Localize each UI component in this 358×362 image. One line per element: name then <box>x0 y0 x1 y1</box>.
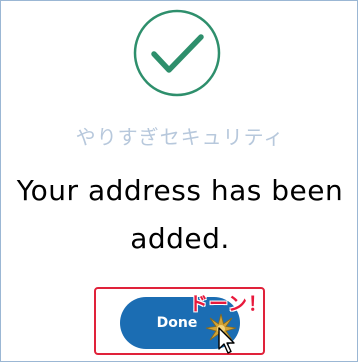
success-message: Your address has been added. <box>11 167 349 263</box>
dialog-frame: やりすぎセキュリティ Your address has been added. … <box>0 0 358 362</box>
mouse-pointer-icon <box>218 327 238 355</box>
watermark-text: やりすぎセキュリティ <box>75 125 285 149</box>
checkmark-circle-icon <box>131 7 223 99</box>
done-button-label: Done <box>156 315 198 331</box>
annotation-text: ドーン！ <box>189 293 269 315</box>
success-message-line-1: Your address has been <box>16 174 344 207</box>
success-message-line-2: added. <box>130 222 230 255</box>
